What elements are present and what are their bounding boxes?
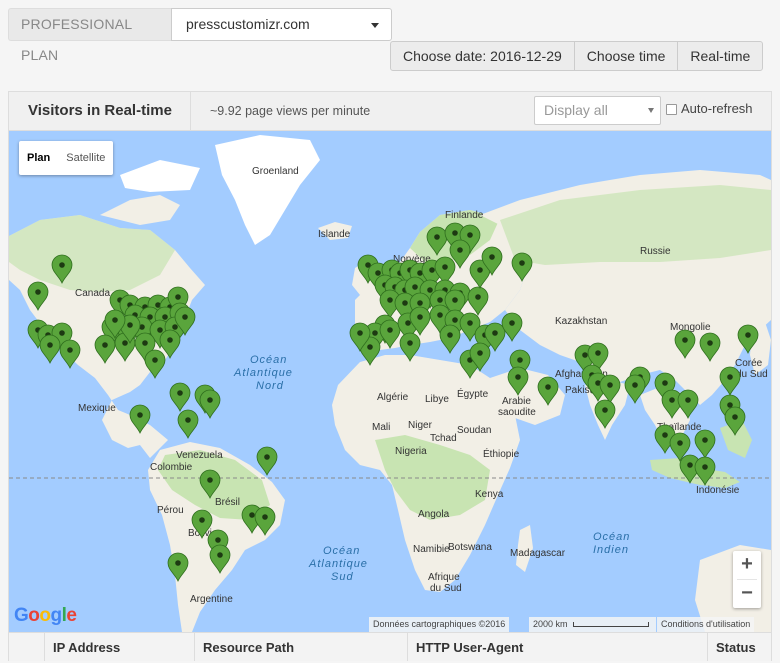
column-http-user-agent[interactable]: HTTP User-Agent xyxy=(416,632,523,661)
google-logo-letter: G xyxy=(14,605,29,626)
label-groenland: Groenland xyxy=(252,166,299,177)
label-venezuela: Venezuela xyxy=(176,450,223,461)
google-logo: Google xyxy=(14,605,77,627)
google-logo-letter: e xyxy=(66,605,77,626)
label-islande: Islande xyxy=(318,229,351,240)
header-divider xyxy=(190,92,191,130)
label-namibie: Namibie xyxy=(413,544,450,555)
label-madagascar: Madagascar xyxy=(510,548,566,559)
map-scale-bar xyxy=(573,622,650,628)
label-arabie-1: Arabie xyxy=(502,396,531,407)
label-angola: Angola xyxy=(418,509,450,520)
label-ocean-atlantique-2: Atlantique xyxy=(233,367,293,379)
column-divider xyxy=(707,633,708,661)
map-type-plan-button[interactable]: Plan xyxy=(19,141,58,175)
label-ocean-atlantique-sud-2: Atlantique xyxy=(308,558,368,570)
label-perou: Pérou xyxy=(157,505,184,516)
caret-down-icon xyxy=(371,23,379,28)
plan-label: PROFESSIONAL PLAN xyxy=(8,8,171,63)
label-soudan: Soudan xyxy=(457,425,491,436)
map-type-satellite-button[interactable]: Satellite xyxy=(58,141,113,175)
display-filter-value: Display all xyxy=(544,102,608,118)
label-nigeria: Nigeria xyxy=(395,446,427,457)
world-map[interactable]: Groenland Islande Finlande Norvège Russi… xyxy=(9,131,771,632)
label-russie: Russie xyxy=(640,246,671,257)
date-button-group: Choose date: 2016-12-29 Choose time Real… xyxy=(390,41,764,71)
site-select[interactable]: presscustomizr.com xyxy=(171,8,392,41)
label-ocean-atlantique-1: Océan xyxy=(250,354,287,366)
map-scale: 2000 km xyxy=(529,617,656,632)
zoom-control: + − xyxy=(733,551,761,608)
display-filter-select[interactable]: Display all xyxy=(534,96,661,125)
column-divider xyxy=(44,633,45,661)
map-terms-link[interactable]: Conditions d'utilisation xyxy=(657,617,755,632)
google-logo-letter: o xyxy=(28,605,40,626)
zoom-in-button[interactable]: + xyxy=(733,551,761,579)
column-resource-path[interactable]: Resource Path xyxy=(203,632,294,661)
google-logo-letter: o xyxy=(39,605,51,626)
label-algerie: Algérie xyxy=(377,392,409,403)
label-afrique-1: Afrique xyxy=(428,572,460,583)
label-ocean-atlantique-sud-1: Océan xyxy=(323,545,360,557)
map-canvas[interactable]: Groenland Islande Finlande Norvège Russi… xyxy=(9,131,771,632)
realtime-button[interactable]: Real-time xyxy=(677,41,764,71)
label-egypte: Égypte xyxy=(457,387,489,400)
label-argentine: Argentine xyxy=(190,594,233,605)
label-libye: Libye xyxy=(425,394,449,405)
choose-time-button[interactable]: Choose time xyxy=(573,41,679,71)
map-data-attribution[interactable]: Données cartographiques ©2016 xyxy=(369,617,510,632)
page-views-rate: ~9.92 page views per minute xyxy=(210,104,371,118)
choose-date-button[interactable]: Choose date: 2016-12-29 xyxy=(390,41,575,71)
label-ocean-indien-2: Indien xyxy=(593,544,629,556)
label-colombie: Colombie xyxy=(150,462,193,473)
column-ip-address[interactable]: IP Address xyxy=(53,632,120,661)
label-coree: Corée xyxy=(735,358,763,369)
google-logo-letter: g xyxy=(50,605,63,626)
site-select-value: presscustomizr.com xyxy=(186,16,310,32)
label-indonesie: Indonésie xyxy=(696,485,740,496)
column-status[interactable]: Status xyxy=(716,632,756,661)
label-mali: Mali xyxy=(372,422,390,433)
label-tchad: Tchad xyxy=(430,433,457,444)
label-botswana: Botswana xyxy=(448,542,492,553)
label-ocean-indien-1: Océan xyxy=(593,531,630,543)
auto-refresh-checkbox[interactable] xyxy=(666,104,677,115)
select-arrow-icon xyxy=(648,108,654,113)
zoom-out-button[interactable]: − xyxy=(733,580,761,608)
label-canada: Canada xyxy=(75,288,110,299)
label-ethiopie: Éthiopie xyxy=(483,447,520,460)
label-ocean-atlantique-3: Nord xyxy=(256,380,284,392)
label-niger: Niger xyxy=(408,420,433,431)
map-type-control: Plan Satellite xyxy=(19,141,114,175)
label-kazakhstan: Kazakhstan xyxy=(555,316,607,327)
column-divider xyxy=(194,633,195,661)
label-mexique: Mexique xyxy=(78,403,116,414)
map-scale-label: 2000 km xyxy=(533,619,568,629)
label-kenya: Kenya xyxy=(475,489,504,500)
auto-refresh-label: Auto-refresh xyxy=(681,101,753,116)
panel-title: Visitors in Real-time xyxy=(28,102,172,119)
label-ocean-atlantique-sud-3: Sud xyxy=(331,571,354,583)
label-bresil: Brésil xyxy=(215,497,240,508)
label-coree2: du Sud xyxy=(736,369,768,380)
label-afrique-2: du Sud xyxy=(430,583,462,594)
column-divider xyxy=(407,633,408,661)
label-finlande: Finlande xyxy=(445,210,484,221)
visitors-table-header xyxy=(8,632,772,661)
label-arabie-2: saoudite xyxy=(498,407,536,418)
